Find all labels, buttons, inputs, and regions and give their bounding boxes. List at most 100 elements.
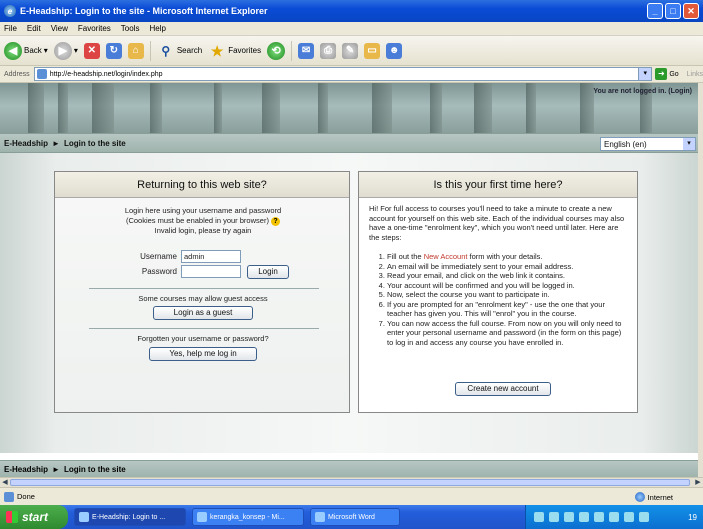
breadcrumb-separator: ► [52, 464, 60, 474]
security-zone: Internet [647, 492, 673, 502]
address-input[interactable]: http://e-headship.net/login/index.php ▾ [33, 67, 653, 81]
menu-tools[interactable]: Tools [121, 24, 140, 33]
tray-icon[interactable] [534, 512, 544, 522]
guest-access-text: Some courses may allow guest access [138, 294, 268, 303]
breadcrumb: E-Headship ► Login to the site English (… [0, 133, 698, 153]
new-user-heading: Is this your first time here? [359, 172, 637, 198]
maximize-button[interactable]: □ [665, 3, 681, 19]
horizontal-scrollbar[interactable]: ◀ ▶ [0, 477, 703, 487]
taskbar-item-word[interactable]: Microsoft Word [310, 508, 400, 526]
vertical-scrollbar[interactable] [698, 83, 703, 477]
chevron-down-icon[interactable]: ▾ [638, 68, 652, 80]
signup-step: Fill out the New Account form with your … [387, 252, 627, 262]
login-content: Returning to this web site? Login here u… [0, 153, 698, 453]
password-label: Password [141, 267, 177, 276]
login-status[interactable]: You are not logged in. (Login) [593, 88, 692, 95]
page-icon [36, 69, 47, 79]
tray-icon[interactable] [624, 512, 634, 522]
signup-step: Now, select the course you want to parti… [387, 290, 627, 300]
folder-icon[interactable]: ▭ [364, 42, 381, 59]
links-label[interactable]: Links [687, 71, 703, 78]
tray-icon[interactable] [594, 512, 604, 522]
new-user-panel: Is this your first time here? Hi! For fu… [358, 171, 638, 413]
edit-icon[interactable]: ✎ [342, 42, 359, 59]
menu-favorites[interactable]: Favorites [78, 24, 111, 33]
new-account-link[interactable]: New Account [424, 252, 468, 261]
close-button[interactable]: ✕ [683, 3, 699, 19]
home-icon[interactable]: ⌂ [127, 42, 144, 59]
messenger-icon[interactable]: ☻ [386, 42, 403, 59]
back-arrow-icon: ◀ [4, 41, 22, 60]
print-icon[interactable]: ⎙ [320, 42, 337, 59]
stop-icon[interactable]: ✕ [83, 42, 100, 59]
menu-file[interactable]: File [4, 24, 17, 33]
minimize-button[interactable]: _ [647, 3, 663, 19]
back-button[interactable]: ◀ Back ▾ [4, 41, 48, 60]
breadcrumb-current: Login to the site [63, 464, 126, 474]
scroll-left-icon[interactable]: ◀ [0, 478, 10, 487]
taskbar: start E-Headship: Login to ... kerangka_… [0, 505, 703, 529]
tray-icon[interactable] [579, 512, 589, 522]
status-bar: Done Internet [0, 487, 703, 505]
menu-help[interactable]: Help [149, 24, 165, 33]
chevron-down-icon: ▾ [683, 138, 695, 150]
breadcrumb-site-link[interactable]: E-Headship [4, 465, 48, 474]
refresh-icon[interactable]: ↻ [105, 42, 122, 59]
breadcrumb-current: Login to the site [63, 138, 126, 148]
taskbar-item-browser[interactable]: E-Headship: Login to ... [74, 508, 186, 526]
address-label: Address [4, 70, 30, 78]
tray-icon[interactable] [609, 512, 619, 522]
help-icon[interactable]: ? [271, 217, 281, 226]
search-icon: ⚲ [161, 43, 171, 58]
username-label: Username [140, 252, 177, 261]
breadcrumb-site-link[interactable]: E-Headship [4, 139, 48, 148]
scroll-right-icon[interactable]: ▶ [693, 478, 703, 487]
signup-step: An email will be immediately sent to you… [387, 262, 627, 272]
language-value: English (en) [604, 139, 647, 149]
tray-icon[interactable] [549, 512, 559, 522]
signup-step: Your account will be confirmed and you w… [387, 281, 627, 291]
clock[interactable]: 19 [688, 513, 697, 522]
login-error-message: Invalid login, please try again [154, 226, 252, 235]
search-button[interactable]: ⚲ Search [157, 42, 202, 60]
menu-bar: File Edit View Favorites Tools Help [0, 22, 703, 36]
tray-icon[interactable] [639, 512, 649, 522]
returning-user-heading: Returning to this web site? [55, 172, 349, 198]
signup-step: You can now access the full course. From… [387, 319, 627, 348]
tray-icon[interactable] [564, 512, 574, 522]
go-button[interactable]: ➜ Go [655, 68, 679, 80]
password-input[interactable] [181, 265, 241, 278]
search-label: Search [176, 46, 203, 55]
chevron-down-icon: ▾ [43, 46, 48, 55]
toolbar-divider [291, 40, 293, 61]
taskbar-item-document[interactable]: kerangka_konsep - Mi... [192, 508, 304, 526]
forward-arrow-icon: ▶ [53, 41, 72, 60]
returning-user-panel: Returning to this web site? Login here u… [54, 171, 350, 413]
favorites-label: Favorites [228, 46, 262, 55]
login-intro-line1: Login here using your username and passw… [124, 206, 282, 215]
forgot-password-button[interactable]: Yes, help me log in [149, 347, 257, 361]
window-title: E-Headship: Login to the site - Microsof… [20, 6, 268, 16]
guest-login-button[interactable]: Login as a guest [153, 306, 253, 320]
page-viewport: You are not logged in. (Login) E-Headshi… [0, 83, 698, 477]
mail-icon[interactable]: ✉ [298, 42, 315, 59]
forward-button[interactable]: ▶ ▾ [53, 41, 78, 60]
favorites-button[interactable]: ★ Favorites [208, 42, 261, 60]
back-label: Back [24, 46, 42, 55]
breadcrumb-footer: E-Headship ► Login to the site [0, 460, 698, 477]
internet-zone-icon [634, 492, 645, 502]
windows-flag-icon [6, 511, 18, 523]
login-button[interactable]: Login [247, 265, 289, 279]
chevron-down-icon: ▾ [73, 46, 78, 55]
menu-edit[interactable]: Edit [27, 24, 41, 33]
menu-view[interactable]: View [51, 24, 68, 33]
create-account-button[interactable]: Create new account [455, 382, 551, 396]
ie-logo-icon: e [4, 5, 16, 17]
start-button[interactable]: start [0, 505, 68, 529]
breadcrumb-separator: ► [52, 138, 60, 148]
language-select[interactable]: English (en) ▾ [600, 137, 696, 151]
scrollbar-thumb[interactable] [10, 479, 690, 486]
username-input[interactable]: admin [181, 250, 241, 263]
window-title-bar[interactable]: e E-Headship: Login to the site - Micros… [0, 0, 703, 22]
history-icon[interactable]: ⟲ [267, 41, 286, 60]
